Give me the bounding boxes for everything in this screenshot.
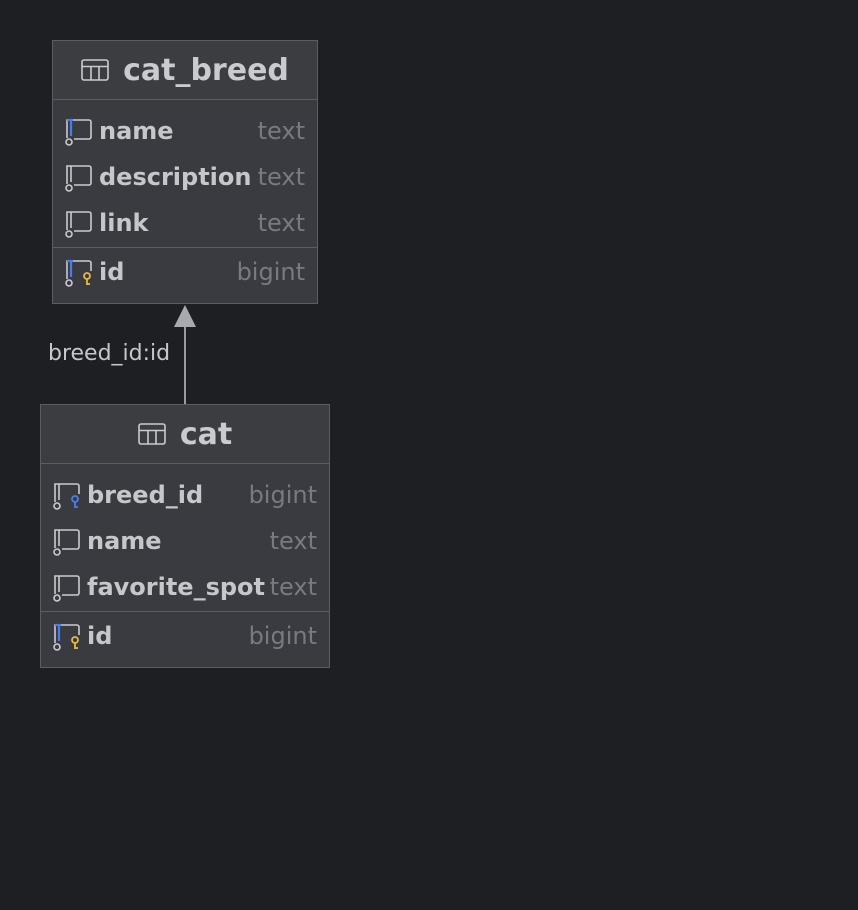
column-type: text bbox=[257, 209, 305, 237]
column-row-name[interactable]: name text bbox=[41, 518, 329, 564]
column-indexed-icon bbox=[65, 118, 92, 146]
column-type: text bbox=[269, 527, 317, 555]
column-name: favorite_spot bbox=[87, 573, 266, 601]
column-icon bbox=[65, 165, 92, 192]
column-row-id[interactable]: id bigint bbox=[41, 612, 329, 660]
column-row-favorite-spot[interactable]: favorite_spot text bbox=[41, 564, 329, 610]
column-row-description[interactable]: description text bbox=[53, 154, 317, 200]
foreign-key-column-icon bbox=[53, 483, 80, 510]
column-type: text bbox=[269, 573, 317, 601]
column-type: bigint bbox=[248, 481, 317, 509]
table-icon bbox=[81, 59, 109, 81]
table-header[interactable]: cat_breed bbox=[53, 41, 317, 100]
column-icon bbox=[53, 529, 80, 556]
table-cat-breed[interactable]: cat_breed name text description text lin… bbox=[52, 40, 318, 304]
table-title: cat bbox=[179, 416, 233, 452]
column-type: bigint bbox=[236, 258, 305, 286]
column-type: text bbox=[257, 117, 305, 145]
table-title: cat_breed bbox=[123, 52, 289, 88]
table-header[interactable]: cat bbox=[41, 405, 329, 464]
primary-key-column-icon bbox=[65, 259, 92, 287]
column-row-name[interactable]: name text bbox=[53, 108, 317, 154]
column-name: id bbox=[99, 258, 125, 286]
column-type: text bbox=[257, 163, 305, 191]
column-name: description bbox=[99, 163, 252, 191]
column-row-breed-id[interactable]: breed_id bigint bbox=[41, 472, 329, 518]
relation-label: breed_id:id bbox=[48, 341, 171, 366]
column-name: name bbox=[87, 527, 162, 555]
column-name: id bbox=[87, 622, 113, 650]
column-row-id[interactable]: id bigint bbox=[53, 248, 317, 296]
relation-arrowhead bbox=[174, 305, 196, 327]
column-icon bbox=[53, 575, 80, 602]
column-type: bigint bbox=[248, 622, 317, 650]
column-icon bbox=[65, 211, 92, 238]
diagram-canvas: breed_id:id cat_breed name text descript… bbox=[0, 0, 858, 910]
column-name: name bbox=[99, 117, 174, 145]
table-cat[interactable]: cat breed_id bigint name text favorite_s… bbox=[40, 404, 330, 668]
table-icon bbox=[138, 423, 166, 445]
column-row-link[interactable]: link text bbox=[53, 200, 317, 246]
column-name: breed_id bbox=[87, 481, 204, 509]
primary-key-column-icon bbox=[53, 623, 80, 651]
column-name: link bbox=[99, 209, 149, 237]
